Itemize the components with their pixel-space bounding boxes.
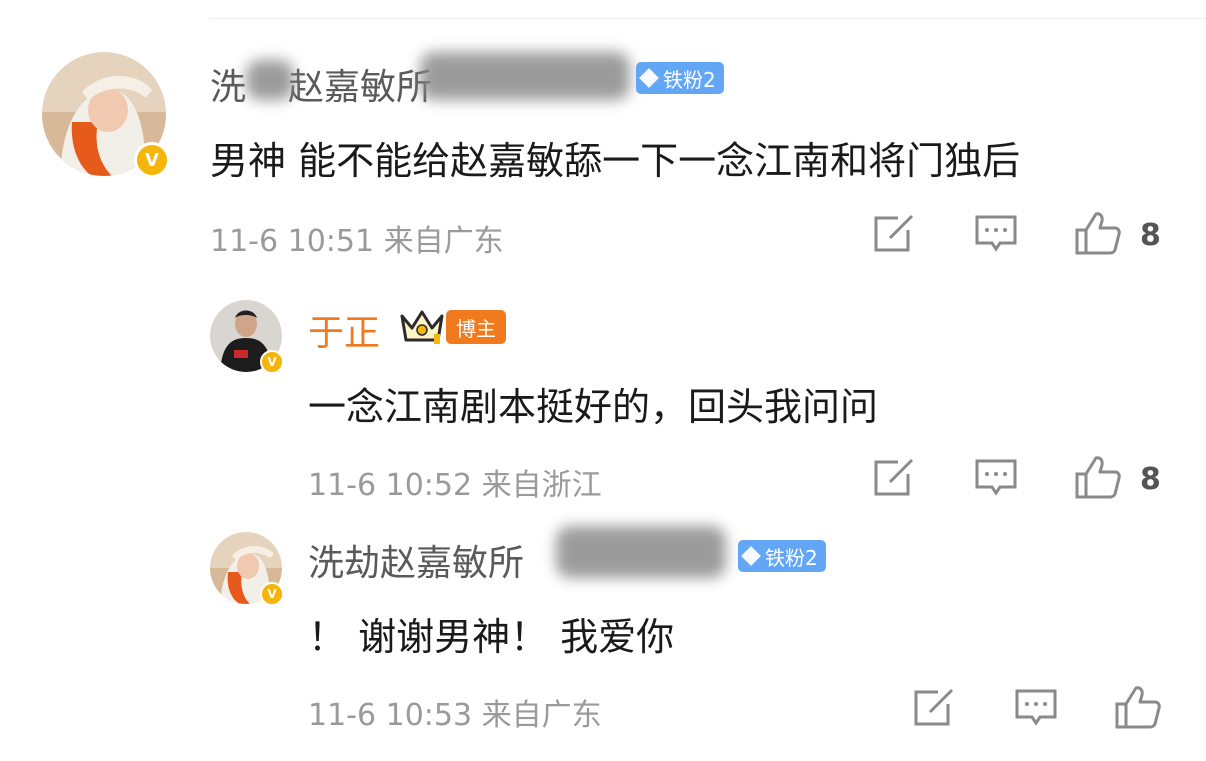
comment-meta: 11-6 10:52 来自浙江 (308, 460, 602, 504)
comment-text: 男神 能不能给赵嘉敏舔一下一念江南和将门独后 (210, 139, 1021, 183)
like-button[interactable] (1074, 210, 1122, 260)
timestamp: 11-6 10:51 (210, 224, 375, 259)
comment-text: 一念江南剧本挺好的，回头我问问 (308, 385, 879, 429)
fan-badge: 铁粉2 (636, 62, 724, 94)
share-icon (874, 214, 914, 252)
comment-icon (975, 215, 1017, 252)
location: 来自广东 (383, 224, 504, 259)
like-count: 8 (1140, 218, 1161, 253)
fan-badge-label: 铁粉2 (663, 67, 716, 92)
blogger-badge: 博主 (446, 310, 506, 344)
avatar[interactable]: V (42, 52, 170, 178)
share-icon (914, 688, 954, 726)
commenter-name[interactable]: 洗赵嘉敏所 (210, 58, 432, 110)
comment-button[interactable] (1014, 688, 1058, 732)
share-button[interactable] (912, 688, 956, 732)
redaction-blur (420, 52, 630, 100)
verified-icon: V (134, 142, 170, 178)
name-part: 赵嘉敏 (288, 67, 397, 108)
comment-button[interactable] (974, 214, 1018, 258)
top-divider (210, 18, 1206, 19)
comment-button[interactable] (974, 458, 1018, 502)
comment-meta: 11-6 10:51 来自广东 (210, 216, 504, 260)
avatar[interactable]: V (210, 532, 284, 606)
share-button[interactable] (872, 214, 916, 258)
like-count: 8 (1140, 462, 1161, 497)
fan-badge: 铁粉2 (738, 540, 826, 572)
diamond-icon (741, 546, 761, 566)
commenter-name[interactable]: 洗劫赵嘉敏所 (308, 534, 524, 586)
verified-icon: V (260, 582, 284, 606)
comment-text: ！ 谢谢男神！ 我爱你 (308, 615, 675, 659)
share-button[interactable] (872, 458, 916, 502)
name-part: 洗 (210, 67, 247, 108)
redaction-blur (556, 526, 726, 578)
location: 来自广东 (481, 698, 602, 733)
timestamp: 11-6 10:52 (308, 468, 473, 503)
like-icon (1115, 686, 1161, 729)
comment-meta: 11-6 10:53 来自广东 (308, 690, 602, 734)
blogger-name[interactable]: 于正 (308, 304, 380, 356)
diamond-icon (639, 68, 659, 88)
crown-icon (398, 306, 446, 350)
verified-icon: V (260, 350, 284, 374)
like-button[interactable] (1074, 454, 1122, 504)
like-button[interactable] (1114, 684, 1162, 734)
like-icon (1075, 212, 1121, 255)
avatar[interactable]: V (210, 300, 284, 374)
fan-badge-label: 铁粉2 (765, 545, 818, 570)
timestamp: 11-6 10:53 (308, 698, 473, 733)
comment-icon (1015, 689, 1057, 726)
share-icon (874, 458, 914, 496)
like-icon (1075, 456, 1121, 499)
location: 来自浙江 (481, 468, 602, 503)
comment-icon (975, 459, 1017, 496)
redaction-blur (246, 60, 294, 100)
